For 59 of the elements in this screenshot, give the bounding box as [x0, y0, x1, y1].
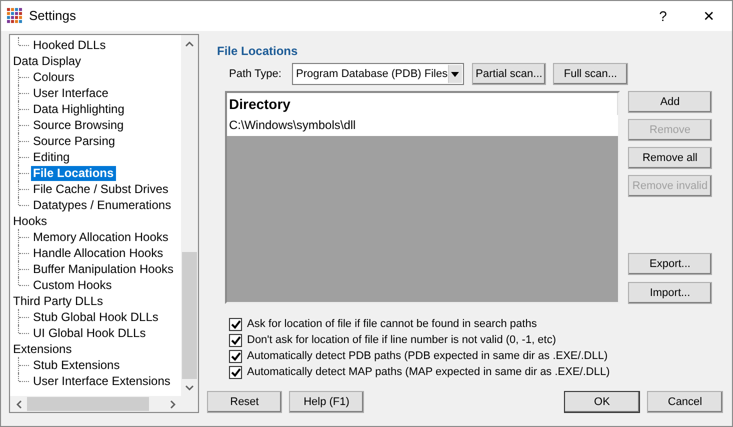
- checkbox[interactable]: [229, 366, 242, 378]
- scroll-up-icon[interactable]: [185, 40, 194, 46]
- horizontal-scrollbar[interactable]: [10, 396, 181, 412]
- partial-scan-button[interactable]: Partial scan...: [472, 63, 546, 85]
- action-button[interactable]: Import...: [628, 282, 712, 304]
- tree-item[interactable]: Hooked DLLs: [31, 38, 108, 52]
- scrollbar-thumb[interactable]: [27, 397, 149, 411]
- tree-item[interactable]: Datatypes / Enumerations: [31, 198, 174, 212]
- help-button[interactable]: ?: [640, 1, 686, 31]
- path-type-label: Path Type:: [229, 66, 282, 82]
- tree-item[interactable]: Buffer Manipulation Hooks: [31, 262, 176, 276]
- tree-item[interactable]: Source Browsing: [31, 118, 126, 132]
- ok-button[interactable]: OK: [564, 391, 640, 413]
- tree-item[interactable]: Editing: [31, 150, 72, 164]
- scrollbar-thumb[interactable]: [182, 252, 197, 379]
- scroll-right-icon[interactable]: [170, 400, 176, 409]
- option-label: Ask for location of file if file cannot be found in search paths: [247, 316, 537, 332]
- tree-item[interactable]: User Interface: [31, 86, 110, 100]
- tree-item[interactable]: User Interface Extensions: [31, 374, 172, 388]
- tree-item[interactable]: File Locations: [31, 166, 116, 180]
- tree-item[interactable]: Source Parsing: [31, 134, 118, 148]
- tree-item[interactable]: Third Party DLLs: [13, 293, 104, 309]
- path-type-dropdown[interactable]: Program Database (PDB) Files: [292, 63, 464, 85]
- tree-item[interactable]: Custom Hooks: [31, 278, 114, 292]
- directory-list[interactable]: Directory C:\Windows\symbols\dll: [225, 91, 620, 304]
- checkbox[interactable]: [229, 350, 242, 362]
- action-button[interactable]: Add: [628, 91, 712, 113]
- tree-item[interactable]: Hooks: [13, 213, 48, 229]
- tree-item[interactable]: Data Highlighting: [31, 102, 126, 116]
- tree-item[interactable]: Stub Extensions: [31, 358, 122, 372]
- window-title: Settings: [29, 7, 76, 26]
- option-label: Don't ask for location of file if line number is not valid (0, -1, etc): [247, 332, 556, 348]
- footer-button[interactable]: Reset: [207, 391, 282, 413]
- close-button[interactable]: ✕: [686, 1, 732, 31]
- tree-item[interactable]: File Cache / Subst Drives: [31, 182, 170, 196]
- tree-item[interactable]: Extensions: [13, 341, 72, 357]
- tree-item[interactable]: Stub Global Hook DLLs: [31, 310, 160, 324]
- dropdown-arrow-icon: [451, 72, 460, 76]
- tree-item[interactable]: Handle Allocation Hooks: [31, 246, 166, 260]
- scroll-down-icon[interactable]: [185, 384, 194, 390]
- option-label: Automatically detect PDB paths (PDB expected in same dir as .EXE/.DLL): [247, 348, 608, 364]
- tree-item[interactable]: Data Display: [13, 53, 82, 69]
- tree-item[interactable]: Memory Allocation Hooks: [31, 230, 170, 244]
- vertical-scrollbar[interactable]: [181, 35, 198, 396]
- tree-item[interactable]: Colours: [31, 70, 76, 84]
- cancel-button[interactable]: Cancel: [647, 391, 723, 413]
- full-scan-button[interactable]: Full scan...: [553, 63, 628, 85]
- scroll-left-icon[interactable]: [16, 400, 22, 409]
- list-row[interactable]: C:\Windows\symbols\dll: [227, 115, 618, 136]
- app-icon: [7, 8, 23, 24]
- action-button[interactable]: Export...: [628, 253, 712, 275]
- option-label: Automatically detect MAP paths (MAP expected in same dir as .EXE/.DLL): [247, 364, 610, 380]
- checkbox[interactable]: [229, 318, 242, 330]
- checkbox[interactable]: [229, 334, 242, 346]
- section-title: File Locations: [217, 43, 299, 60]
- tree-item[interactable]: UI Global Hook DLLs: [31, 326, 148, 340]
- action-button[interactable]: Remove all: [628, 147, 712, 169]
- footer-button[interactable]: Help (F1): [289, 391, 364, 413]
- column-header: Directory: [227, 93, 618, 115]
